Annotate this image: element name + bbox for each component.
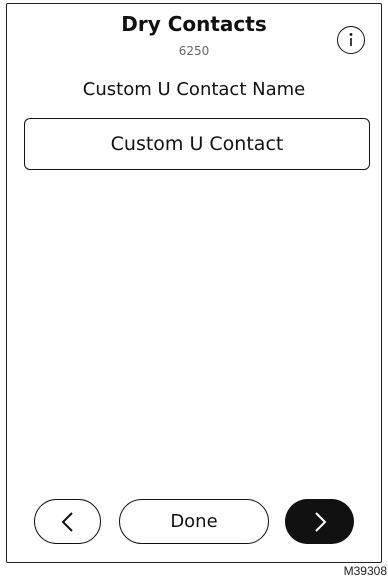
contact-name-field[interactable]: Custom U Contact (24, 118, 370, 170)
chevron-right-icon (314, 511, 326, 532)
chevron-left-icon (61, 511, 73, 532)
done-button-label: Done (170, 511, 218, 532)
page-title: Dry Contacts (121, 12, 267, 36)
done-button[interactable]: Done (119, 499, 269, 544)
next-button[interactable] (285, 499, 354, 544)
back-button[interactable] (34, 499, 101, 544)
page-subtitle: 6250 (178, 44, 210, 58)
info-icon (349, 33, 353, 46)
contact-name-label: Custom U Contact Name (82, 79, 306, 100)
figure-id: M39308 (343, 564, 387, 578)
contact-name-value: Custom U Contact (110, 133, 284, 155)
info-button[interactable] (337, 26, 365, 54)
